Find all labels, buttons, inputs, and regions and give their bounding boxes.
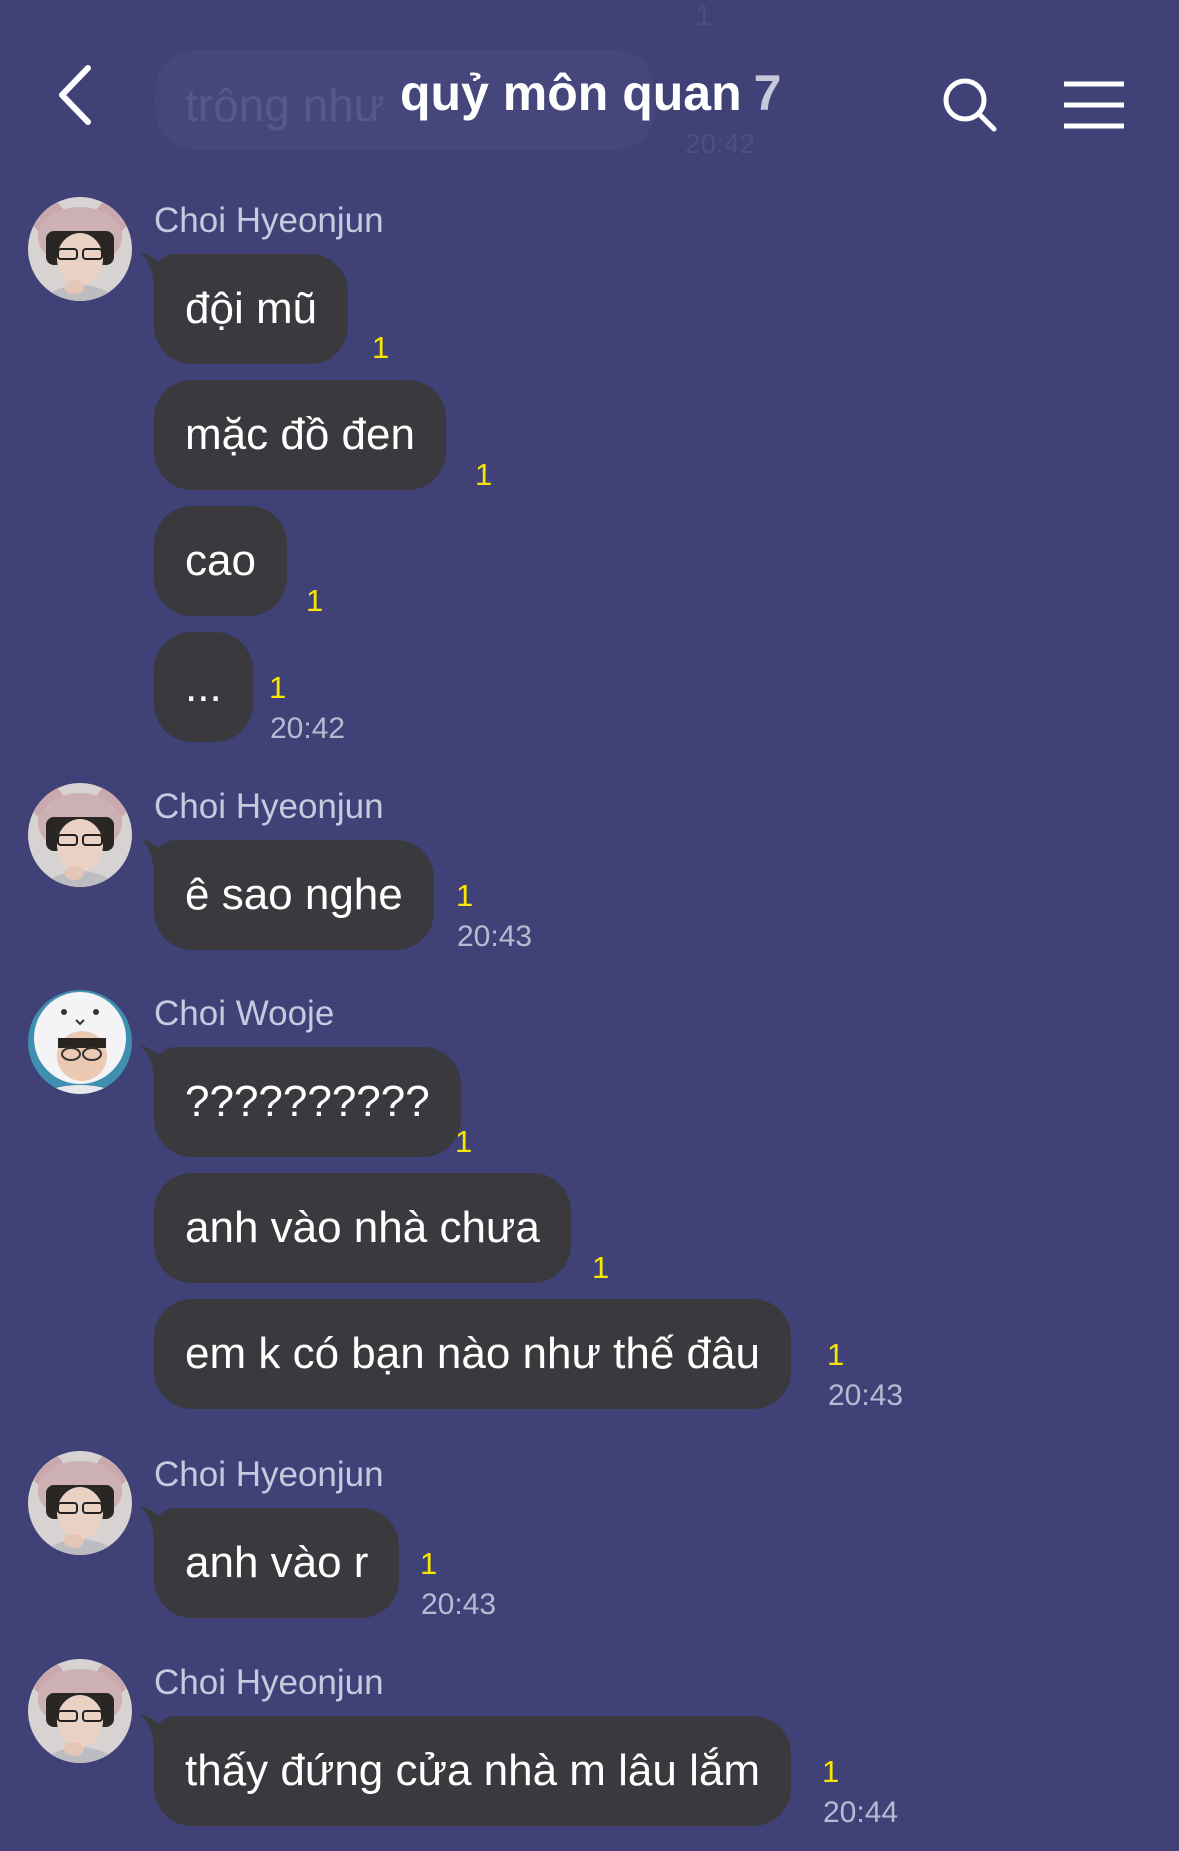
avatar[interactable] [28,197,132,301]
message-time: 20:43 [421,1588,497,1621]
message-bubble[interactable]: ... [154,632,253,742]
profile-photo [28,1659,132,1763]
profile-photo [28,197,132,301]
message-bubble[interactable]: đội mũ [154,254,349,364]
message-time: 20:43 [457,920,533,953]
chat-header: trông như 20:42 1 quỷ môn quan 7 [0,0,1179,190]
scrolled-message-ghost-unread: 1 [696,0,712,31]
search-icon [943,78,997,132]
unread-count: 1 [592,1250,610,1285]
message-bubble[interactable]: mặc đồ đen [154,380,446,490]
chevron-left-icon [59,65,91,125]
message-bubble[interactable]: ê sao nghe [154,840,434,950]
message-text: mặc đồ đen [185,410,415,459]
unread-count: 1 [420,1546,438,1581]
message-time: 20:42 [270,712,346,745]
chat-title: quỷ môn quan 7 [400,64,781,122]
message-time: 20:43 [828,1379,904,1412]
back-button[interactable] [50,60,110,130]
unread-count: 1 [822,1754,840,1789]
message-bubble[interactable]: anh vào nhà chưa [154,1173,571,1283]
sender-name: Choi Hyeonjun [154,201,384,240]
message-time: 20:44 [823,1796,899,1829]
avatar[interactable] [28,990,132,1094]
sender-name: Choi Hyeonjun [154,1455,384,1494]
chat-title-text: quỷ môn quan [400,65,742,121]
menu-button[interactable] [1062,80,1126,130]
message-bubble[interactable]: anh vào r [154,1508,400,1618]
unread-count: 1 [827,1337,845,1372]
message-bubble[interactable]: ?????????? [154,1047,461,1157]
message-text: cao [185,536,256,585]
profile-photo [28,1451,132,1555]
message-bubble[interactable]: em k có bạn nào như thế đâu [154,1299,791,1409]
scrolled-message-ghost-text: trông như [185,79,385,131]
unread-count: 1 [372,330,390,365]
message-text: anh vào nhà chưa [185,1203,540,1252]
avatar[interactable] [28,1659,132,1763]
scrolled-message-ghost-time: 20:42 [685,128,756,159]
profile-photo [28,783,132,887]
unread-count: 1 [475,457,493,492]
message-text: đội mũ [185,284,318,333]
unread-count: 1 [455,1124,473,1159]
unread-count: 1 [306,583,324,618]
message-text: anh vào r [185,1538,369,1587]
search-button[interactable] [940,75,1000,135]
unread-count: 1 [269,670,287,705]
message-text: thấy đứng cửa nhà m lâu lắm [185,1746,760,1795]
sender-name: Choi Hyeonjun [154,787,384,826]
message-bubble[interactable]: cao [154,506,287,616]
sender-name: Choi Hyeonjun [154,1663,384,1702]
avatar[interactable] [28,783,132,887]
message-text: ... [185,662,222,711]
message-text: ?????????? [185,1077,430,1126]
hamburger-menu-icon [1064,81,1124,129]
sender-name: Choi Wooje [154,994,335,1033]
avatar[interactable] [28,1451,132,1555]
profile-photo [28,990,132,1094]
member-count: 7 [753,65,782,121]
message-text: em k có bạn nào như thế đâu [185,1329,760,1378]
unread-count: 1 [456,878,474,913]
message-text: ê sao nghe [185,870,403,919]
message-bubble[interactable]: thấy đứng cửa nhà m lâu lắm [154,1716,791,1826]
